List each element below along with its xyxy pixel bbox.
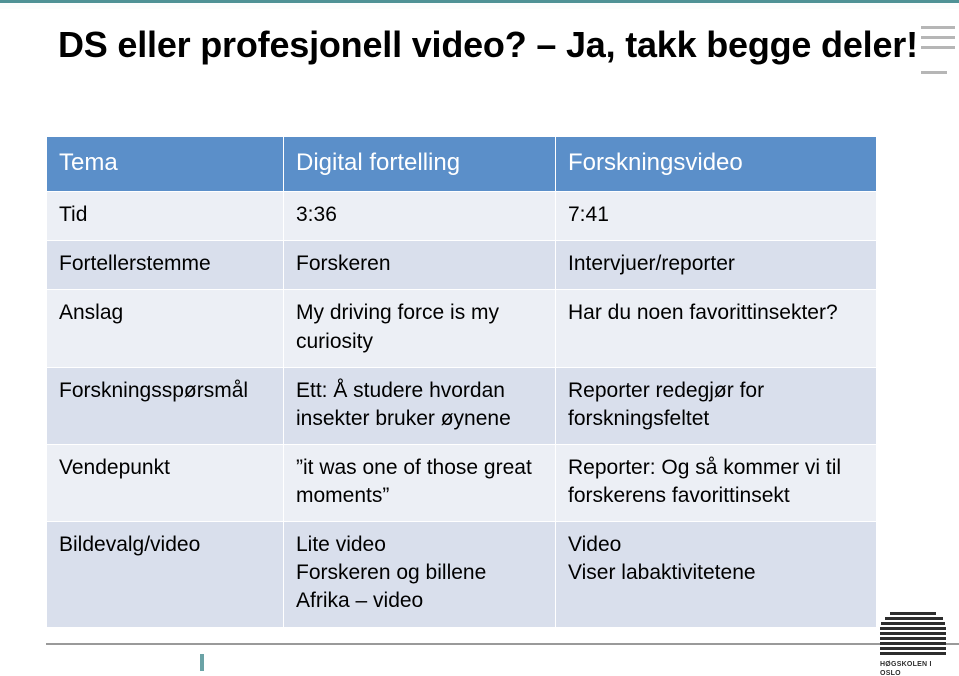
table-cell-tema: Tid <box>46 191 284 242</box>
menu-line-4 <box>921 71 947 74</box>
table-cell-line: Video <box>568 533 622 557</box>
logo-bar <box>890 612 936 615</box>
table-cell-tema: Vendepunkt <box>46 443 284 523</box>
table-cell-line: Reporter redegjør for forskningsfeltet <box>568 378 765 430</box>
table-cell-line: My driving force is my curiosity <box>296 301 500 353</box>
top-accent-bar-soft <box>0 3 959 9</box>
menu-line-1 <box>921 26 955 29</box>
comparison-table: Tema Digital fortelling Forskningsvideo … <box>46 135 877 628</box>
table-header-digital-fortelling: Digital fortelling <box>283 135 556 193</box>
table-cell-tema: Bildevalg/video <box>46 521 284 628</box>
table-cell-line: Har du noen favorittinsekter? <box>568 301 838 325</box>
logo-bar <box>880 642 946 645</box>
table-cell-digital-fortelling: 3:36 <box>283 191 556 242</box>
table-cell-forskningsvideo: 7:41 <box>555 191 877 242</box>
table-cell-line: ”it was one of those great moments” <box>296 455 532 508</box>
menu-line-2 <box>921 36 955 39</box>
logo-bar <box>881 622 945 625</box>
page-title: DS eller profesjonell video? – Ja, takk … <box>58 24 918 65</box>
table-cell-digital-fortelling: Lite video Forskeren og billene Afrika – v… <box>283 521 556 628</box>
table-row: Tid 3:36 7:41 <box>46 191 877 242</box>
table-cell-forskningsvideo: Reporter redegjør for forskningsfeltet <box>555 366 877 445</box>
table-body: Tid 3:36 7:41 Fortellerstemme Forskeren Inter… <box>46 191 877 628</box>
logo-bars-icon <box>880 612 946 655</box>
table-cell-forskningsvideo: Video Viser labaktivitetene <box>555 521 877 628</box>
table-cell-line: 3:36 <box>296 203 337 227</box>
table-cell-forskningsvideo: Intervjuer/reporter <box>555 240 877 291</box>
table-cell-tema: Fortellerstemme <box>46 240 284 291</box>
table-row: Bildevalg/video Lite video Forskeren og bi… <box>46 521 877 628</box>
table-cell-line: 7:41 <box>568 203 609 227</box>
table-cell-line: Lite video <box>296 533 386 557</box>
table-row: Fortellerstemme Forskeren Intervjuer/repor… <box>46 240 877 291</box>
logo-bar <box>880 647 946 650</box>
table-cell-tema: Anslag <box>46 289 284 368</box>
table-cell-digital-fortelling: Ett: Å studere hvordan insekter bruker ø… <box>283 366 556 445</box>
logo-bar <box>885 617 943 620</box>
table-cell-line: Afrika – video <box>296 589 424 613</box>
table-cell-tema: Forskningsspørsmål <box>46 366 284 445</box>
logo-bar <box>880 627 946 630</box>
table-cell-line: Forskeren <box>296 252 391 276</box>
table-row: Vendepunkt ”it was one of those great mom… <box>46 443 877 523</box>
table-cell-line: Ett: Å studere hvordan insekter bruker ø… <box>296 378 511 430</box>
institution-logo: HØGSKOLEN I OSLO OG AKERSHUS <box>880 612 952 676</box>
table-cell-digital-fortelling: My driving force is my curiosity <box>283 289 556 368</box>
logo-bar <box>880 632 946 635</box>
table-cell-line: Viser labaktivitetene <box>568 561 756 585</box>
footer-divider <box>46 643 959 645</box>
table-cell-forskningsvideo: Har du noen favorittinsekter? <box>555 289 877 368</box>
table-header-tema: Tema <box>46 135 284 193</box>
table-row: Anslag My driving force is my curiosity Ha… <box>46 289 877 368</box>
table-cell-line: Forskeren og billene <box>296 561 487 585</box>
logo-bar <box>880 652 946 655</box>
table-cell-digital-fortelling: Forskeren <box>283 240 556 291</box>
table-cell-line: Reporter: Og så kommer vi til forskerens… <box>568 455 842 508</box>
table-header-row: Tema Digital fortelling Forskningsvideo <box>46 135 877 193</box>
table-cell-line: Intervjuer/reporter <box>568 252 735 276</box>
menu-line-3 <box>921 46 955 49</box>
table-row: Forskningsspørsmål Ett: Å studere hvordan… <box>46 366 877 445</box>
footer-tick-mark <box>200 654 204 671</box>
logo-bar <box>880 637 946 640</box>
logo-text: HØGSKOLEN I OSLO OG AKERSHUS <box>880 661 932 676</box>
table-cell-forskningsvideo: Reporter: Og så kommer vi til forskerens… <box>555 443 877 523</box>
table-cell-digital-fortelling: ”it was one of those great moments” <box>283 443 556 523</box>
table-header-forskningsvideo: Forskningsvideo <box>555 135 877 193</box>
menu-lines-icon <box>921 26 957 81</box>
